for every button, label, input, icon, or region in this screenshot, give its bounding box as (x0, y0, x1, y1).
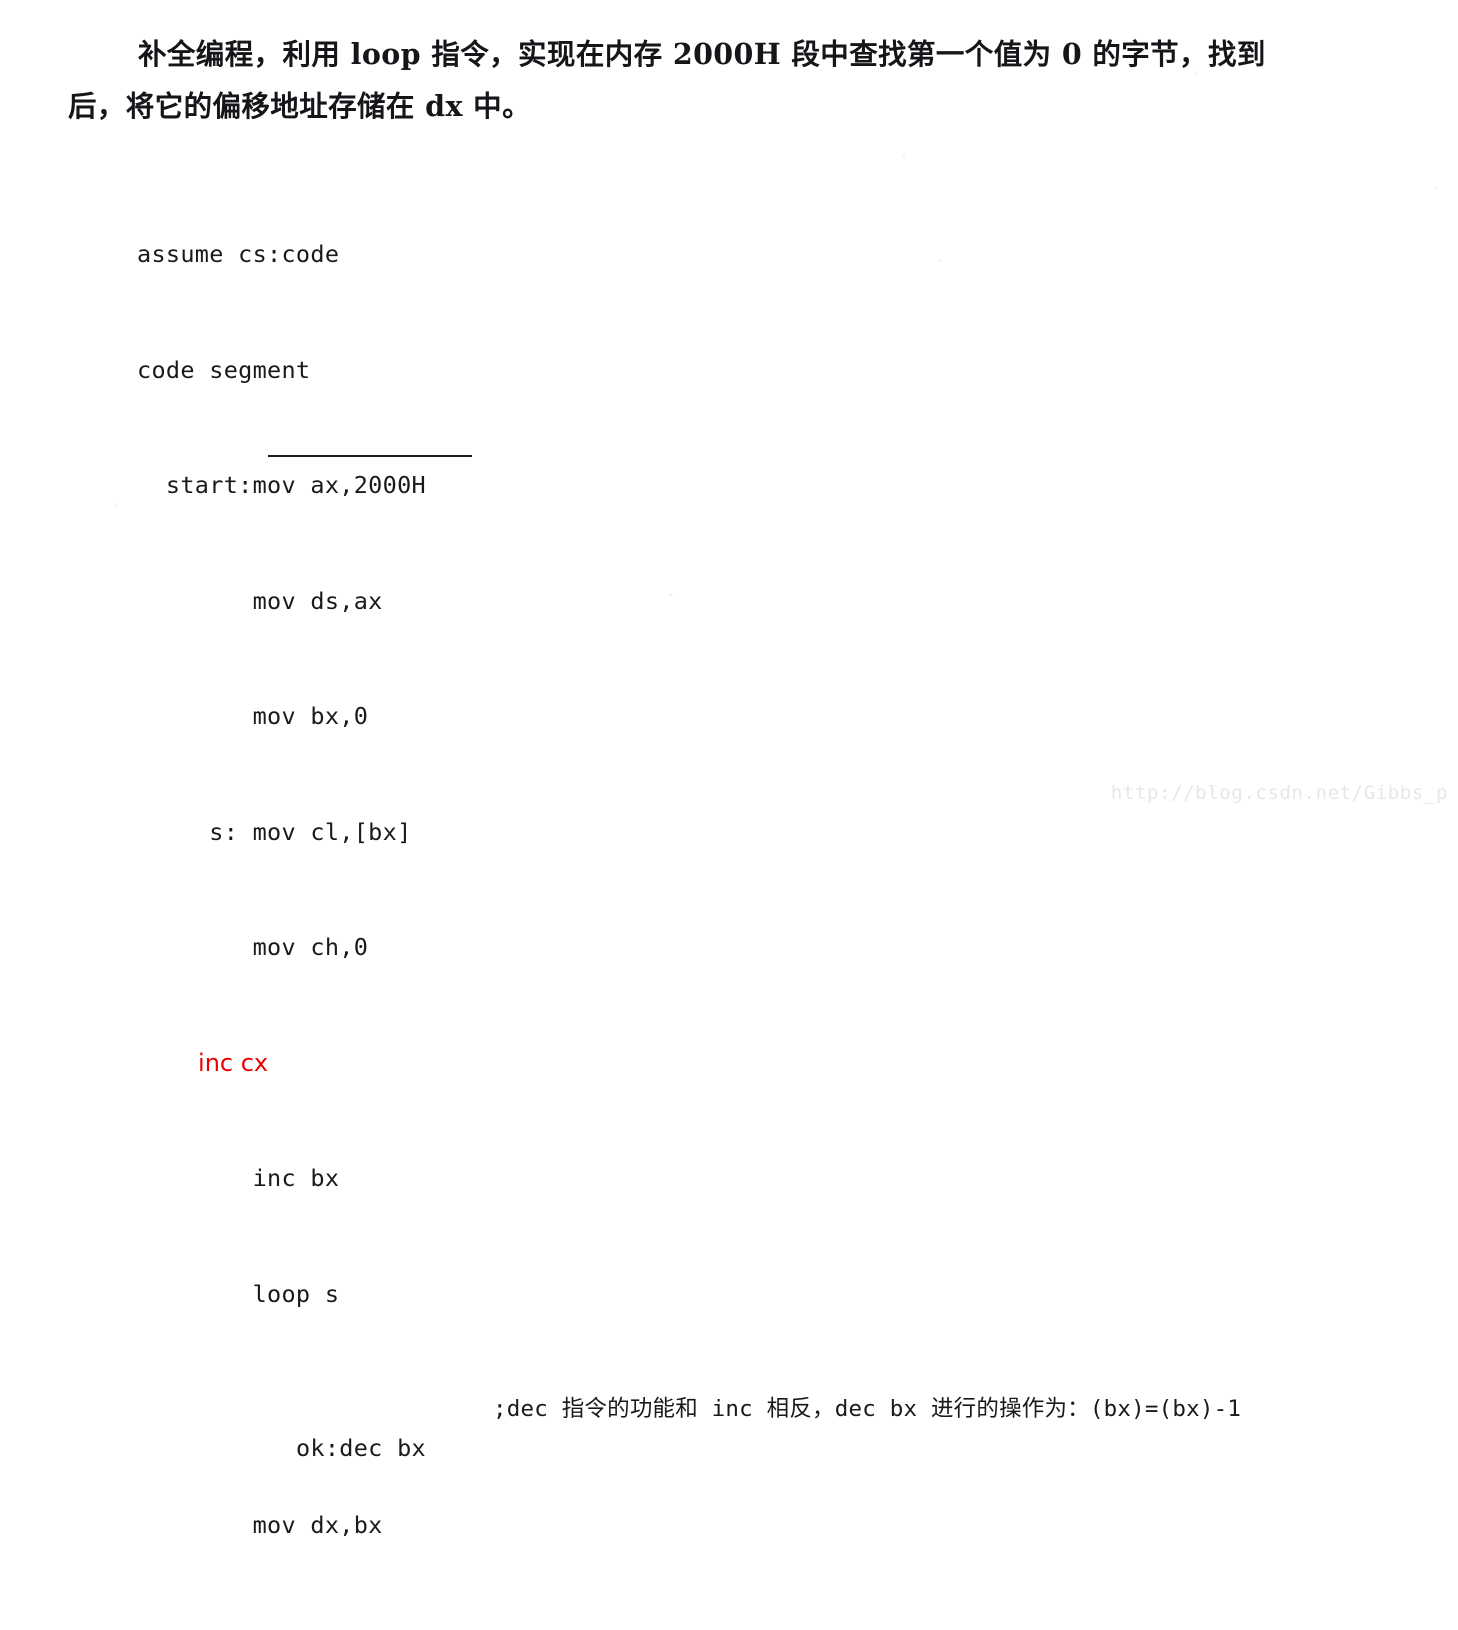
code-line-mov-ds-ax: mov ds,ax (137, 586, 383, 615)
code-line-code-segment: code segment (137, 355, 311, 384)
exercise-prompt-line-2: 后，将它的偏移地址存储在 dx 中。 (68, 89, 531, 123)
scanned-page: 补全编程，利用 loop 指令，实现在内存 2000H 段中查找第一个值为 0 … (0, 0, 1458, 1630)
code-line-mov-dx-bx: mov dx,bx (137, 1510, 383, 1539)
code-line-mov-ax-4c00h: mov ax,4c00h (137, 1621, 426, 1630)
code-line-loop-s: loop s (137, 1279, 340, 1308)
code-line-ok-dec-bx: ok:dec bx ;dec 指令的功能和 inc 相反，dec bx 进行的操… (137, 1390, 1241, 1462)
code-comment-dec: ;dec 指令的功能和 inc 相反，dec bx 进行的操作为：(bx)=(b… (493, 1396, 1242, 1422)
exercise-prompt-line-1: 补全编程，利用 loop 指令，实现在内存 2000H 段中查找第一个值为 0 … (138, 37, 1266, 71)
watermark: http://blog.csdn.net/Gibbs_p (1110, 782, 1448, 804)
code-line-mov-ch-0: mov ch,0 (137, 933, 369, 961)
assembly-code-listing: assume cs:code code segment start:mov ax… (137, 158, 1241, 1630)
code-line-assume: assume cs:code (137, 240, 340, 268)
blank-fill-rule (268, 455, 472, 457)
code-line-start-mov-ax: start:mov ax,2000H (137, 471, 426, 499)
code-line-inc-bx: inc bx (137, 1164, 340, 1192)
code-line-mov-bx-0: mov bx,0 (137, 702, 369, 730)
code-line-s-mov-cl: s: mov cl,[bx] (137, 817, 412, 846)
exercise-prompt: 补全编程，利用 loop 指令，实现在内存 2000H 段中查找第一个值为 0 … (0, 28, 1420, 132)
code-line-ok-dec-bx-text: ok:dec bx (223, 1433, 426, 1462)
code-line-answer-inc-cx: inc cx (137, 1048, 269, 1077)
